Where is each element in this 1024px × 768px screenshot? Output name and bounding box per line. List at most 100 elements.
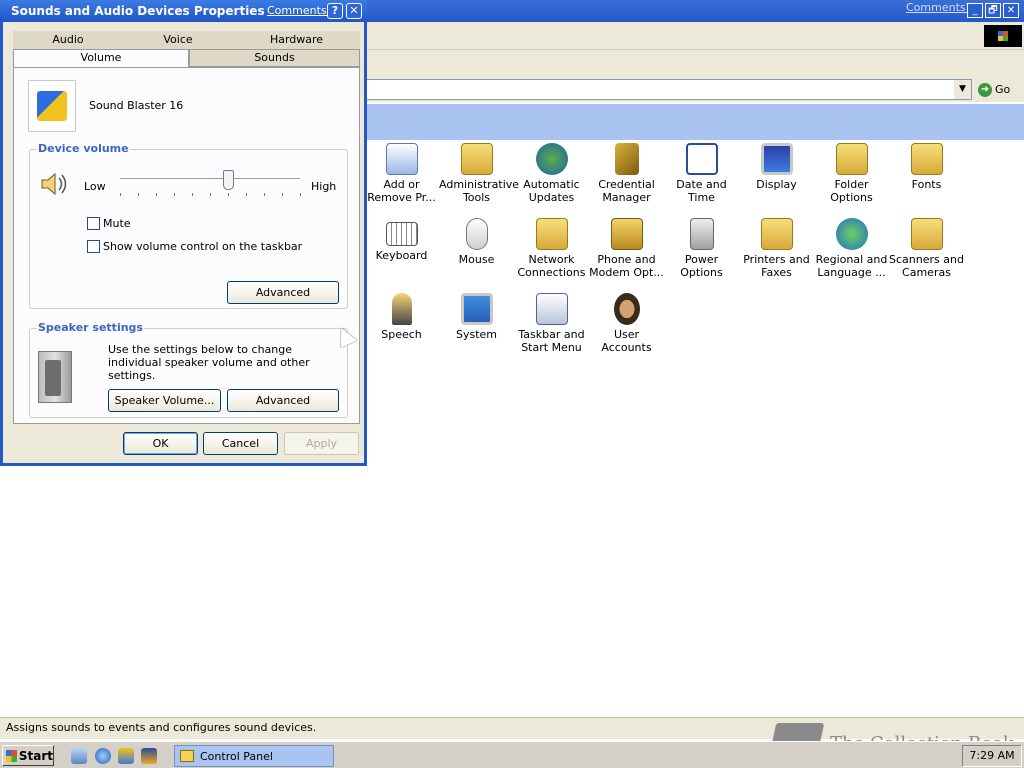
cp-item-label: Automatic Updates [523, 178, 580, 204]
tab-sounds[interactable]: Sounds [189, 49, 360, 67]
address-dropdown-icon[interactable]: ▼ [954, 80, 971, 99]
folder-options-icon [835, 143, 868, 175]
mute-checkbox[interactable]: Mute [87, 217, 131, 230]
volume-tab-panel: Sound Blaster 16 Device volume Low High … [13, 67, 360, 424]
volume-slider-track[interactable] [120, 178, 300, 181]
close-button[interactable]: ✕ [346, 3, 362, 19]
cp-item-printers-faxes[interactable]: Printers and Faxes [739, 218, 814, 279]
slider-tick [192, 193, 193, 196]
windows-flag-icon [6, 749, 17, 762]
restore-button[interactable]: 🗗 [985, 3, 1001, 18]
tab-hardware[interactable]: Hardware [233, 31, 360, 49]
cp-item-keyboard[interactable]: Keyboard [364, 218, 439, 262]
dialog-title: Sounds and Audio Devices Properties [11, 4, 265, 18]
cp-item-label: Taskbar and Start Menu [518, 328, 585, 354]
cp-item-display[interactable]: Display [739, 143, 814, 191]
mute-label: Mute [103, 217, 131, 230]
cp-item-date-time[interactable]: Date and Time [664, 143, 739, 204]
cp-item-label: Scanners and Cameras [889, 253, 964, 279]
volume-low-label: Low [84, 180, 106, 193]
cp-item-mouse[interactable]: Mouse [439, 218, 514, 266]
microphone-icon [391, 293, 412, 325]
speaker-settings-label: Speaker settings [37, 321, 144, 334]
mute-checkbox-box[interactable] [87, 217, 100, 230]
control-panel-icon [180, 750, 194, 762]
cp-item-network-connections[interactable]: Network Connections [514, 218, 589, 279]
go-label: Go [995, 83, 1011, 96]
cp-item-scanners-cameras[interactable]: Scanners and Cameras [889, 218, 964, 279]
go-arrow-icon: ➜ [978, 82, 992, 97]
device-name: Sound Blaster 16 [89, 99, 184, 112]
slider-tick [156, 193, 157, 196]
dialog-titlebar: Sounds and Audio Devices Properties Comm… [0, 0, 367, 22]
cp-item-speech[interactable]: Speech [364, 293, 439, 341]
cp-item-label: Keyboard [375, 249, 428, 262]
volume-slider-thumb[interactable] [223, 170, 234, 190]
cp-item-label: Folder Options [830, 178, 873, 204]
show-taskbar-checkbox[interactable]: Show volume control on the taskbar [87, 240, 302, 253]
go-button[interactable]: ➜ Go [978, 80, 1010, 99]
minimize-button[interactable]: _ [967, 3, 983, 18]
taskbar-button-control-panel[interactable]: Control Panel [174, 745, 334, 767]
tab-row-top: Audio Voice Hardware [13, 31, 360, 49]
speaker-description: Use the settings below to change individ… [108, 343, 310, 382]
internet-explorer-icon[interactable] [95, 748, 111, 764]
slider-tick [264, 193, 265, 196]
phone-icon [610, 218, 643, 250]
cp-item-label: Date and Time [676, 178, 727, 204]
monitor-icon [760, 143, 793, 175]
slider-tick [282, 193, 283, 196]
camera-folder-icon [910, 218, 943, 250]
cancel-button[interactable]: Cancel [203, 432, 278, 455]
cp-item-fonts[interactable]: Fonts [889, 143, 964, 191]
cp-item-system[interactable]: System [439, 293, 514, 341]
cp-item-administrative-tools[interactable]: Administrative Tools [439, 143, 519, 204]
cp-item-regional-language[interactable]: Regional and Language ... [814, 218, 889, 279]
computer-icon [460, 293, 493, 325]
system-tray-clock[interactable]: 7:29 AM [962, 745, 1022, 767]
taskbar-icon [535, 293, 568, 325]
device-volume-group: Device volume Low High Mute Show volume … [29, 142, 348, 309]
keyboard-icon [385, 222, 418, 246]
cp-item-taskbar-start-menu[interactable]: Taskbar and Start Menu [514, 293, 589, 354]
tab-volume[interactable]: Volume [13, 49, 189, 68]
sound-device-icon [28, 80, 76, 132]
cp-item-user-accounts[interactable]: User Accounts [589, 293, 664, 354]
ok-button[interactable]: OK [123, 432, 198, 455]
cp-item-label: Power Options [680, 253, 723, 279]
cp-item-credential-manager[interactable]: Credential Manager [589, 143, 664, 204]
speaker-advanced-button[interactable]: Advanced [227, 389, 339, 412]
cp-item-label: Display [756, 178, 797, 191]
dialog-comments-link[interactable]: Comments? [267, 4, 332, 17]
cp-item-power-options[interactable]: Power Options [664, 218, 739, 279]
tab-audio[interactable]: Audio [13, 31, 123, 49]
printer-folder-icon [760, 218, 793, 250]
network-folder-icon [535, 218, 568, 250]
cp-item-label: Network Connections [517, 253, 586, 279]
device-volume-label: Device volume [37, 142, 130, 155]
show-taskbar-checkbox-box[interactable] [87, 240, 100, 253]
slider-tick [300, 193, 301, 196]
device-advanced-button[interactable]: Advanced [227, 281, 339, 304]
speaker-volume-button[interactable]: Speaker Volume... [108, 389, 221, 412]
help-button[interactable]: ? [327, 3, 343, 19]
admin-tools-icon [460, 143, 493, 175]
users-icon [613, 293, 640, 325]
speaker-icon [41, 172, 67, 196]
windows-explorer-icon[interactable] [118, 748, 134, 764]
power-icon [689, 218, 714, 250]
tab-voice[interactable]: Voice [123, 31, 233, 49]
cp-comments-link[interactable]: Comments? [906, 1, 971, 14]
slider-tick [210, 193, 211, 196]
show-desktop-icon[interactable] [71, 748, 87, 764]
close-window-button[interactable]: ✕ [1003, 3, 1019, 18]
start-button[interactable]: Start [2, 745, 54, 766]
media-player-icon[interactable] [141, 748, 157, 764]
apply-button[interactable]: Apply [284, 432, 359, 455]
address-input[interactable]: ▼ [362, 79, 972, 100]
cp-item-add-remove[interactable]: Add or Remove Pr... [364, 143, 439, 204]
cp-item-phone-modem[interactable]: Phone and Modem Opt... [589, 218, 664, 279]
cp-item-folder-options[interactable]: Folder Options [814, 143, 889, 204]
cp-item-automatic-updates[interactable]: Automatic Updates [514, 143, 589, 204]
cp-item-label: User Accounts [601, 328, 652, 354]
